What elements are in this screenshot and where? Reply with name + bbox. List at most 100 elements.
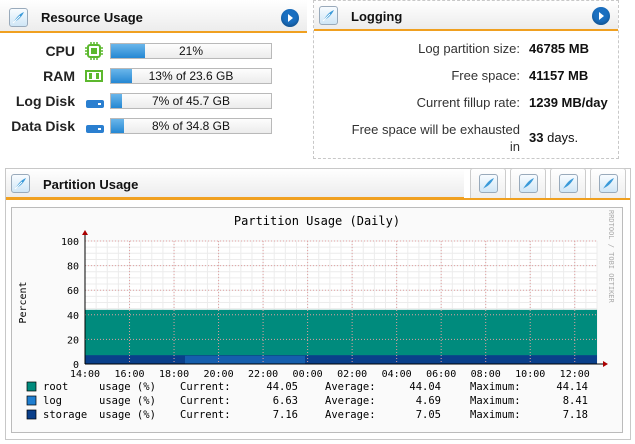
- resource-usage-header: Resource Usage: [0, 0, 307, 33]
- exhaust-label: Free space will be exhausted: [351, 122, 520, 137]
- y-axis-label: Percent: [18, 281, 29, 323]
- exhaust-days: 33: [529, 130, 544, 145]
- exhaust-unit: days.: [547, 130, 579, 145]
- legend-maximum-label: Maximum:: [470, 395, 521, 407]
- legend-average-value: 7.05: [416, 409, 441, 421]
- header-accent-line: [6, 198, 630, 200]
- x-tick-label: 18:00: [159, 369, 189, 380]
- y-axis-arrow: [82, 230, 88, 235]
- log-disk-label: Log Disk: [15, 93, 75, 109]
- legend-average-value: 44.04: [409, 381, 441, 393]
- disk-icon: [85, 121, 105, 139]
- legend-average-label: Average:: [325, 381, 376, 393]
- feather-icon: [599, 174, 618, 193]
- feather-icon: [11, 174, 30, 193]
- fillup-rate-label: Current fillup rate:: [416, 95, 520, 110]
- legend-current-label: Current:: [180, 409, 231, 421]
- legend-average-label: Average:: [325, 395, 376, 407]
- x-tick-label: 04:00: [382, 369, 412, 380]
- legend-name: storage: [43, 409, 87, 421]
- cpu-icon: [85, 42, 103, 65]
- legend-swatch: [26, 395, 37, 406]
- legend-name: root: [43, 381, 68, 393]
- resource-usage-panel: Resource Usage CPU 21% RAM 13% of 23.6 G…: [0, 0, 307, 143]
- legend-current-label: Current:: [180, 395, 231, 407]
- free-space-label: Free space:: [451, 68, 520, 83]
- feather-icon: [479, 174, 498, 193]
- y-tick-label: 100: [61, 237, 79, 248]
- legend-unit: usage (%): [99, 395, 156, 407]
- fillup-rate-value: 1239 MB/day: [529, 95, 608, 110]
- log-partition-size-label: Log partition size:: [418, 41, 520, 56]
- legend-unit: usage (%): [99, 381, 156, 393]
- ram-usage-text: 13% of 23.6 GB: [148, 69, 234, 83]
- x-tick-label: 22:00: [248, 369, 278, 380]
- log-disk-usage-bar: 7% of 45.7 GB: [110, 93, 272, 109]
- x-tick-label: 20:00: [204, 369, 234, 380]
- legend-swatch: [26, 409, 37, 420]
- data-disk-usage-text: 8% of 34.8 GB: [151, 119, 231, 133]
- panel-title: Logging: [351, 9, 403, 24]
- x-axis-arrow: [603, 361, 608, 367]
- legend-current-value: 6.63: [273, 395, 298, 407]
- tab-view-4[interactable]: [590, 168, 626, 198]
- y-tick-label: 60: [67, 286, 79, 297]
- tab-view-2[interactable]: [510, 168, 546, 198]
- feather-icon: [9, 8, 28, 27]
- legend-current-value: 7.16: [273, 409, 298, 421]
- feather-icon: [559, 174, 578, 193]
- y-tick-label: 40: [67, 311, 79, 322]
- legend-maximum-value: 44.14: [556, 381, 588, 393]
- ram-label: RAM: [43, 68, 75, 84]
- series-log-area: [185, 355, 305, 364]
- legend-maximum-value: 8.41: [563, 395, 588, 407]
- data-disk-label: Data Disk: [11, 118, 75, 134]
- legend-maximum-label: Maximum:: [470, 409, 521, 421]
- x-tick-label: 00:00: [293, 369, 323, 380]
- chart-frame: 0 20 40 60 80 100 14:00 16:00 18:00 20:00 22:00 00:…: [11, 207, 623, 433]
- legend-unit: usage (%): [99, 409, 156, 421]
- x-tick-label: 06:00: [426, 369, 456, 380]
- feather-icon: [519, 174, 538, 193]
- cpu-usage-text: 21%: [178, 44, 204, 58]
- legend-current-value: 44.05: [266, 381, 298, 393]
- x-tick-label: 02:00: [337, 369, 367, 380]
- legend-average-label: Average:: [325, 409, 376, 421]
- x-tick-label: 16:00: [114, 369, 144, 380]
- ram-usage-bar: 13% of 23.6 GB: [110, 68, 272, 84]
- cpu-usage-bar: 21%: [110, 43, 272, 59]
- legend-maximum-value: 7.18: [563, 409, 588, 421]
- logging-panel: Logging Log partition size: 46785 MB Fre…: [313, 0, 619, 159]
- legend-swatch: [26, 381, 37, 392]
- panel-title: Resource Usage: [41, 10, 143, 25]
- free-space-value: 41157 MB: [529, 68, 589, 83]
- partition-usage-chart: 02040608010014:00 16:00 18:00 20:00 22:00 00:…: [18, 210, 615, 421]
- y-tick-label: 20: [67, 335, 79, 346]
- exhaust-label-in: in: [509, 139, 520, 154]
- x-tick-label: 08:00: [471, 369, 501, 380]
- logging-header: Logging: [314, 1, 618, 31]
- log-partition-size-value: 46785 MB: [529, 41, 589, 56]
- log-disk-usage-text: 7% of 45.7 GB: [151, 94, 231, 108]
- x-tick-label: 14:00: [70, 369, 100, 380]
- partition-usage-panel: Partition Usage 0 20 40 60 80 100 14:00 16:00 18…: [5, 168, 631, 440]
- y-tick-label: 80: [67, 262, 79, 273]
- legend-maximum-label: Maximum:: [470, 381, 521, 393]
- arrow-right-icon[interactable]: [592, 7, 610, 25]
- x-tick-label: 12:00: [560, 369, 590, 380]
- partition-usage-header: Partition Usage: [6, 169, 464, 199]
- ram-icon: [85, 69, 103, 88]
- disk-icon: [85, 96, 105, 114]
- tab-view-1[interactable]: [470, 168, 506, 198]
- chart-title: Partition Usage (Daily): [234, 214, 400, 228]
- tab-view-3[interactable]: [550, 168, 586, 198]
- panel-title: Partition Usage: [43, 177, 139, 192]
- feather-icon: [319, 6, 338, 25]
- exhaust-value: 33 days.: [529, 130, 578, 145]
- x-tick-label: 10:00: [515, 369, 545, 380]
- data-disk-usage-bar: 8% of 34.8 GB: [110, 118, 272, 134]
- arrow-right-icon[interactable]: [281, 9, 299, 27]
- series-storage-area: [85, 355, 597, 364]
- legend-current-label: Current:: [180, 381, 231, 393]
- legend-name: log: [43, 395, 62, 407]
